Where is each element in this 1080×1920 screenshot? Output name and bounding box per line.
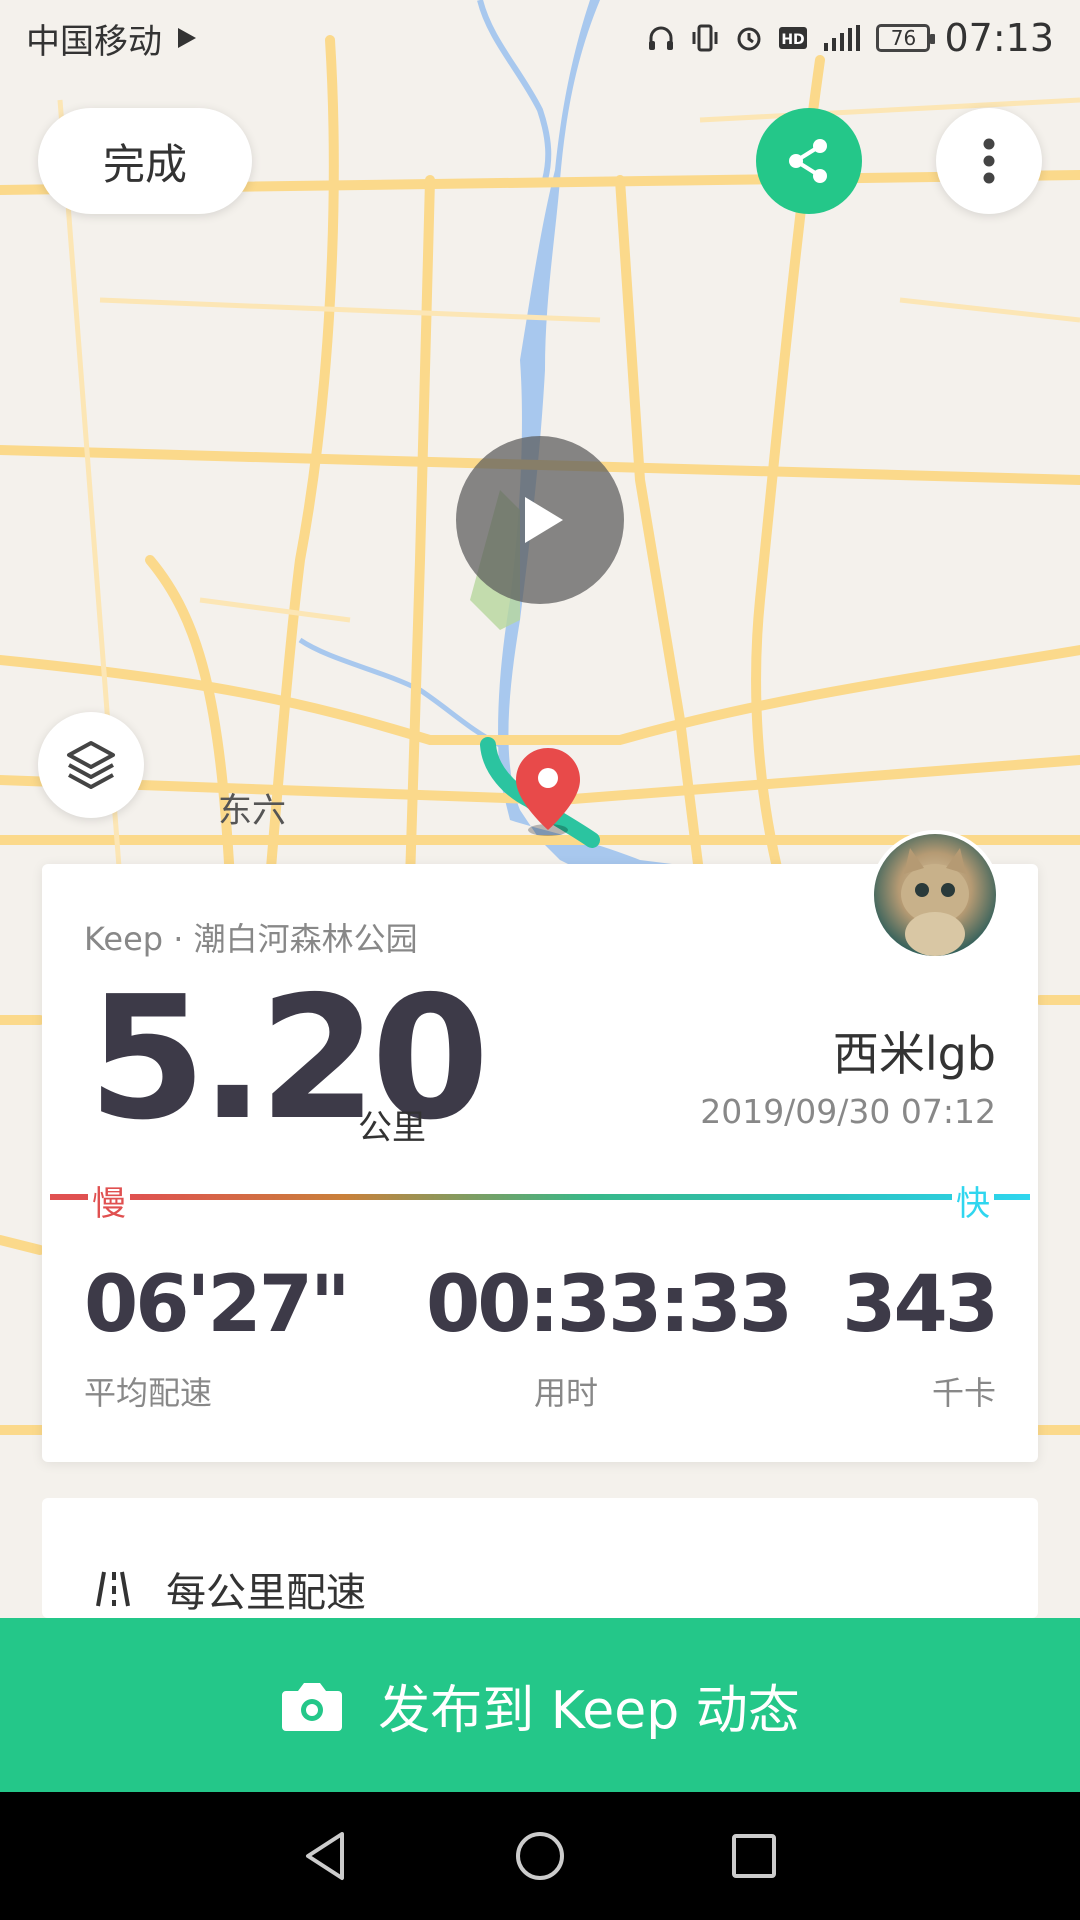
alarm-icon: [737, 27, 761, 51]
back-nav-icon[interactable]: [302, 1830, 350, 1882]
workout-source: Keep · 潮白河森林公园: [84, 920, 418, 958]
publish-to-keep-button[interactable]: 发布到 Keep 动态: [0, 1618, 1080, 1792]
stat-value: 00:33:33: [426, 1260, 793, 1350]
play-indicator-icon: [178, 28, 196, 48]
done-button[interactable]: 完成: [38, 108, 252, 214]
svg-text:HD: HD: [782, 32, 805, 48]
pace-section-title: 每公里配速: [166, 1570, 366, 1616]
play-route-button[interactable]: [456, 436, 624, 604]
play-icon: [525, 497, 563, 543]
map-place-label: 东六: [218, 791, 286, 831]
stat-label: 千卡: [931, 1374, 996, 1412]
pace-per-km-section[interactable]: 每公里配速: [42, 1498, 1038, 1618]
more-vertical-icon: [983, 138, 995, 184]
stat-duration: 00:33:33 用时: [426, 1260, 793, 1414]
vibrate-icon: [692, 24, 718, 52]
more-options-button[interactable]: [936, 108, 1042, 214]
system-nav-bar: [0, 1792, 1080, 1920]
pace-icon: [96, 1571, 130, 1607]
headphones-icon: [649, 26, 674, 50]
stat-avg-pace: 06'27" 平均配速: [84, 1260, 351, 1414]
stat-value: 06'27": [84, 1260, 351, 1350]
stat-value: 343: [842, 1260, 999, 1350]
speed-legend-bar: [50, 1194, 1030, 1200]
recents-nav-icon[interactable]: [730, 1832, 778, 1880]
stat-label: 平均配速: [84, 1374, 213, 1412]
slow-label: 慢: [88, 1176, 130, 1225]
carrier-name: 中国移动: [26, 21, 162, 62]
map-layers-button[interactable]: [38, 712, 144, 818]
stat-label: 用时: [533, 1374, 598, 1412]
username: 西米lgb: [832, 1027, 996, 1081]
workout-summary-card: Keep · 潮白河森林公园 5.20 公里 西米lgb 2019/09/30 …: [42, 864, 1038, 1462]
distance-unit: 公里: [358, 1108, 426, 1148]
hd-icon: HD: [779, 27, 808, 49]
location-pin-icon: [516, 748, 580, 836]
camera-icon: [282, 1683, 343, 1731]
battery-level: 76: [890, 26, 917, 50]
layers-icon: [67, 741, 115, 789]
signal-icon: [824, 25, 861, 51]
stat-calories: 343 千卡: [842, 1260, 999, 1414]
user-avatar[interactable]: [870, 830, 1000, 960]
fast-label: 快: [952, 1176, 994, 1225]
publish-label: 发布到 Keep 动态: [378, 1680, 800, 1741]
share-icon: [789, 139, 827, 183]
workout-datetime: 2019/09/30 07:12: [700, 1092, 996, 1131]
share-button[interactable]: [756, 108, 862, 214]
status-time: 07:13: [944, 16, 1054, 60]
status-bar: 中国移动 HD 76 07:13: [0, 0, 1080, 76]
done-label: 完成: [102, 139, 187, 189]
battery-icon: 76: [876, 24, 936, 52]
avatar-image: [901, 848, 969, 956]
home-nav-icon[interactable]: [514, 1830, 566, 1882]
